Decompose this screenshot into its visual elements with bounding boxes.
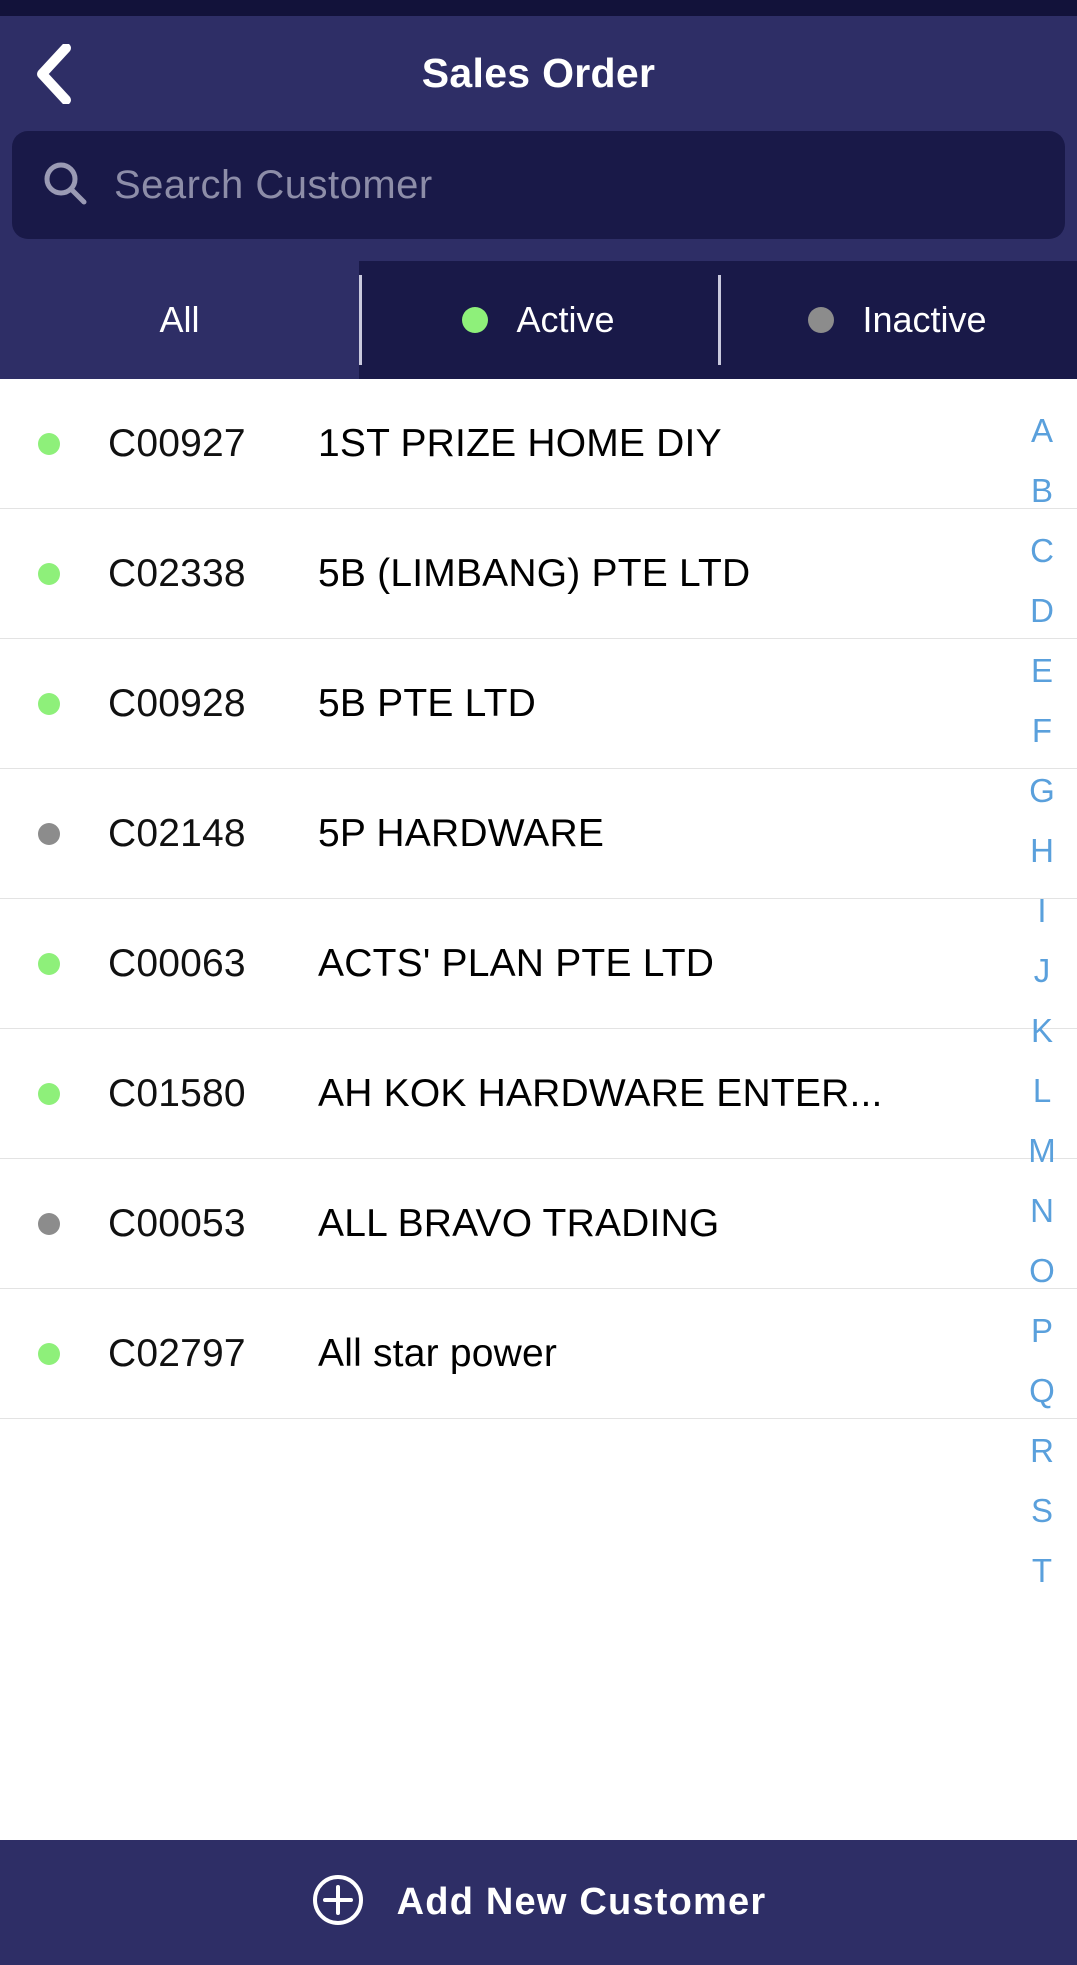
active-status-dot <box>38 432 60 455</box>
tab-all[interactable]: All <box>0 261 359 379</box>
alphabet-index-letter[interactable]: A <box>1007 401 1077 461</box>
customer-row[interactable]: C00063 ACTS' PLAN PTE LTD <box>0 899 1077 1029</box>
header-bar: Sales Order <box>0 16 1077 131</box>
alphabet-index-letter[interactable]: E <box>1007 641 1077 701</box>
inactive-status-dot <box>808 307 835 333</box>
search-placeholder: Search Customer <box>114 162 433 207</box>
chevron-left-icon <box>32 43 76 104</box>
customer-list-area: C00927 1ST PRIZE HOME DIY C02338 5B (LIMBAN… <box>0 379 1077 1840</box>
customer-code: C00063 <box>108 941 246 985</box>
alphabet-index-letter[interactable]: S <box>1007 1481 1077 1541</box>
tab-all-label: All <box>159 299 200 340</box>
alphabet-index-letter[interactable]: D <box>1007 581 1077 641</box>
alphabet-index-letter[interactable]: T <box>1007 1541 1077 1601</box>
customer-row[interactable]: C00927 1ST PRIZE HOME DIY <box>0 379 1077 509</box>
alphabet-index-letter[interactable]: N <box>1007 1181 1077 1241</box>
page-title: Sales Order <box>421 50 656 96</box>
alphabet-index-scrubber[interactable]: ABCDEFGHIJKLMNOPQRST <box>1007 379 1077 1840</box>
alphabet-index-letter[interactable]: J <box>1007 941 1077 1001</box>
alphabet-index-letter[interactable]: B <box>1007 461 1077 521</box>
search-container: Search Customer <box>0 131 1077 261</box>
customer-name: 1ST PRIZE HOME DIY <box>318 421 722 465</box>
search-icon <box>42 160 88 211</box>
alphabet-index-letter[interactable]: C <box>1007 521 1077 581</box>
customer-name: AH KOK HARDWARE ENTER... <box>318 1071 883 1115</box>
alphabet-index-letter[interactable]: F <box>1007 701 1077 761</box>
status-filter-tabs: All Active Inactive <box>0 261 1077 379</box>
customer-name: All star power <box>318 1331 558 1375</box>
customer-row[interactable]: C02797 All star power <box>0 1289 1077 1419</box>
customer-code: C00927 <box>108 421 246 465</box>
customer-name: 5P HARDWARE <box>318 811 605 855</box>
alphabet-index-letter[interactable]: I <box>1007 881 1077 941</box>
alphabet-index-letter[interactable]: L <box>1007 1061 1077 1121</box>
back-button[interactable] <box>22 42 86 106</box>
inactive-status-dot <box>38 822 60 845</box>
active-status-dot <box>38 692 60 715</box>
customer-name: ACTS' PLAN PTE LTD <box>318 941 715 985</box>
active-status-dot <box>38 1342 60 1365</box>
alphabet-index-letter[interactable]: P <box>1007 1301 1077 1361</box>
customer-row[interactable]: C01580 AH KOK HARDWARE ENTER... <box>0 1029 1077 1159</box>
tab-inactive[interactable]: Inactive <box>718 261 1077 379</box>
alphabet-index-letter[interactable]: O <box>1007 1241 1077 1301</box>
tab-active-label: Active <box>516 299 615 340</box>
alphabet-index-letter[interactable]: H <box>1007 821 1077 881</box>
search-input[interactable]: Search Customer <box>12 131 1065 239</box>
plus-circle-icon <box>311 1873 365 1932</box>
active-status-dot <box>462 307 489 333</box>
customer-list[interactable]: C00927 1ST PRIZE HOME DIY C02338 5B (LIMBAN… <box>0 379 1077 1840</box>
customer-code: C00928 <box>108 681 246 725</box>
customer-row[interactable]: C00928 5B PTE LTD <box>0 639 1077 769</box>
tab-inactive-label: Inactive <box>862 299 987 340</box>
customer-row[interactable]: C02148 5P HARDWARE <box>0 769 1077 899</box>
add-new-customer-label: Add New Customer <box>396 1881 767 1923</box>
customer-row[interactable]: C02338 5B (LIMBANG) PTE LTD <box>0 509 1077 639</box>
customer-name: ALL BRAVO TRADING <box>318 1201 720 1245</box>
customer-code: C01580 <box>108 1071 246 1115</box>
alphabet-index-letter[interactable]: Q <box>1007 1361 1077 1421</box>
active-status-dot <box>38 1082 60 1105</box>
customer-code: C00053 <box>108 1201 246 1245</box>
alphabet-index-letter[interactable]: R <box>1007 1421 1077 1481</box>
status-bar <box>0 0 1077 16</box>
customer-code: C02338 <box>108 551 246 595</box>
app-header: Sales Order Search Customer <box>0 16 1077 261</box>
inactive-status-dot <box>38 1212 60 1235</box>
alphabet-index-letter[interactable]: G <box>1007 761 1077 821</box>
alphabet-index-letter[interactable]: M <box>1007 1121 1077 1181</box>
sales-order-screen: Sales Order Search Customer All Active I… <box>0 0 1077 1965</box>
customer-row[interactable]: C00053 ALL BRAVO TRADING <box>0 1159 1077 1289</box>
customer-name: 5B PTE LTD <box>318 681 537 725</box>
customer-name: 5B (LIMBANG) PTE LTD <box>318 551 751 595</box>
customer-code: C02148 <box>108 811 246 855</box>
active-status-dot <box>38 562 60 585</box>
tab-active[interactable]: Active <box>359 261 718 379</box>
alphabet-index-letter[interactable]: K <box>1007 1001 1077 1061</box>
customer-code: C02797 <box>108 1331 246 1375</box>
add-new-customer-button[interactable]: Add New Customer <box>0 1840 1077 1965</box>
active-status-dot <box>38 952 60 975</box>
